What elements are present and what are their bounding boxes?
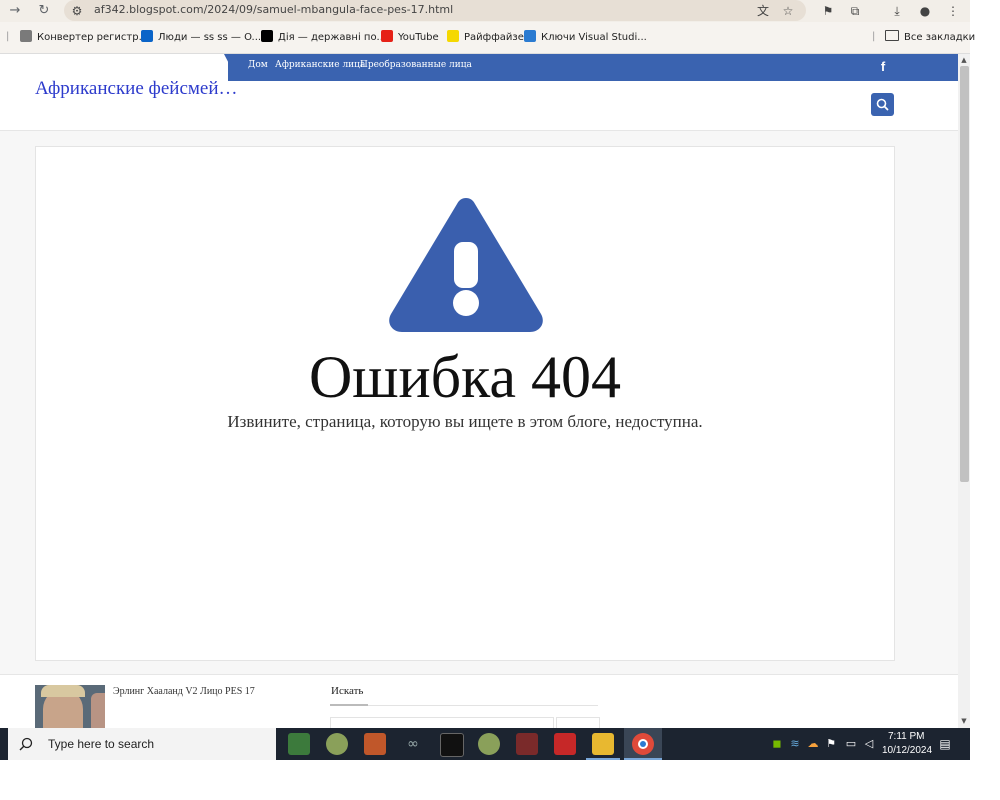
taskbar-search-box[interactable]: Type here to search [8, 728, 276, 760]
top-nav-bar: Дом Африканские лица Преобразованные лиц… [228, 54, 958, 81]
web-page: Дом Африканские лица Преобразованные лиц… [0, 54, 958, 728]
youtube-icon [381, 30, 393, 42]
flag-icon[interactable]: ⚑ [824, 737, 838, 751]
volume-icon[interactable]: ◁ [862, 737, 876, 751]
tools-app-icon[interactable] [554, 733, 576, 755]
nav-link-african-faces[interactable]: Африканские лица [275, 60, 365, 70]
reload-icon[interactable]: ↻ [33, 1, 55, 21]
bookmark-item[interactable]: Люди — ss ss — O... [141, 30, 261, 44]
error-title: Ошибка 404 [308, 344, 622, 410]
running-indicator [624, 758, 662, 760]
bookmark-item[interactable]: Ключи Visual Studi... [524, 30, 647, 44]
bookmark-item[interactable]: Конвертер регистр... [20, 30, 148, 44]
nav-link-home[interactable]: Дом [248, 60, 268, 70]
raiffeisen-icon [447, 30, 459, 42]
popular-post-title[interactable]: Эрлинг Хааланд V2 Лицо PES 17 [113, 686, 255, 697]
clock-date[interactable]: 10/12/2024 [882, 745, 932, 756]
all-bookmarks-button[interactable]: Все закладки [885, 30, 975, 44]
search-button[interactable] [871, 93, 894, 116]
chrome-app-icon[interactable] [632, 733, 654, 755]
outlook-icon [141, 30, 153, 42]
nav-link-converted-faces[interactable]: Преобразованные лица [360, 60, 472, 70]
forward-icon[interactable]: → [4, 1, 26, 21]
puzzle-icon[interactable]: ⧉ [846, 2, 864, 20]
facebook-icon[interactable]: f [876, 59, 890, 75]
search-widget-input[interactable] [330, 717, 554, 728]
scroll-up-icon[interactable]: ▲ [958, 55, 970, 65]
scroll-down-icon[interactable]: ▼ [958, 716, 970, 726]
extension-icon[interactable]: ⚑ [819, 2, 837, 20]
bookmark-star-icon[interactable]: ☆ [779, 2, 797, 20]
cloud-icon[interactable]: ☁ [806, 737, 820, 751]
search-icon [19, 737, 33, 751]
bookmarks-separator: | [872, 31, 876, 42]
bookmarks-separator: | [6, 31, 10, 42]
monitor-icon [524, 30, 536, 42]
network-icon[interactable]: ▭ [844, 737, 858, 751]
bookmark-item[interactable]: Дія — державні по... [261, 30, 386, 44]
game-app-icon[interactable] [326, 733, 348, 755]
search-widget-heading: Искать [331, 685, 364, 697]
clock-time[interactable]: 7:11 PM [888, 731, 925, 742]
tool-app-icon[interactable] [516, 733, 538, 755]
search-widget-button[interactable] [556, 717, 600, 728]
second-face-shape [91, 693, 105, 728]
diia-icon [261, 30, 273, 42]
bookmark-item[interactable]: Райффайзен [447, 30, 530, 44]
wifi-signal-icon[interactable]: ≋ [788, 737, 802, 751]
translate-icon[interactable]: 文 [754, 2, 772, 20]
folder-icon [885, 30, 899, 41]
footer-widgets: Эрлинг Хааланд V2 Лицо PES 17 Искать [0, 674, 958, 728]
bookmark-item[interactable]: YouTube [381, 30, 439, 44]
profile-icon[interactable]: ● [916, 2, 934, 20]
error-message: Извините, страница, которую вы ищете в э… [227, 412, 703, 431]
taskbar-search-placeholder: Type here to search [48, 737, 155, 751]
hair-shape [41, 685, 85, 697]
game2-app-icon[interactable] [478, 733, 500, 755]
warning-icon [389, 198, 543, 332]
site-info-icon[interactable]: ⚙ [68, 2, 86, 20]
bookmarks-bar: | Конвертер регистр... Люди — ss ss — O.… [0, 22, 975, 54]
converter-icon [20, 30, 32, 42]
heading-underline [330, 704, 368, 706]
pes-app-icon[interactable] [440, 733, 464, 757]
excel-app-icon[interactable] [288, 733, 310, 755]
infinity-app-icon[interactable]: ∞ [402, 733, 424, 755]
error-card: Ошибка 404 Извините, страница, которую в… [35, 146, 895, 661]
site-header: Дом Африканские лица Преобразованные лиц… [0, 54, 958, 131]
scrollbar-thumb[interactable] [960, 66, 969, 482]
notifications-icon[interactable]: ▤ [938, 737, 952, 751]
str-app-icon[interactable] [364, 733, 386, 755]
windows-taskbar: Type here to search ∞ ◼ ≋ ☁ ⚑ ▭ ◁ 7:11 P… [0, 728, 970, 760]
menu-icon[interactable]: ⋮ [944, 2, 962, 20]
running-indicator [586, 758, 620, 760]
post-thumbnail[interactable] [35, 685, 105, 728]
file-explorer-icon[interactable] [592, 733, 614, 755]
chrome-center-dot [640, 741, 646, 747]
url-text[interactable]: af342.blogspot.com/2024/09/samuel-mbangu… [94, 3, 453, 16]
nvidia-icon[interactable]: ◼ [770, 737, 784, 751]
browser-toolbar: → ↻ ⚙ af342.blogspot.com/2024/09/samuel-… [0, 0, 970, 22]
download-icon[interactable]: ⤓ [888, 2, 906, 20]
heading-divider [330, 705, 598, 706]
site-title[interactable]: Африканские фейсмей… [35, 78, 238, 100]
search-icon [876, 98, 889, 111]
